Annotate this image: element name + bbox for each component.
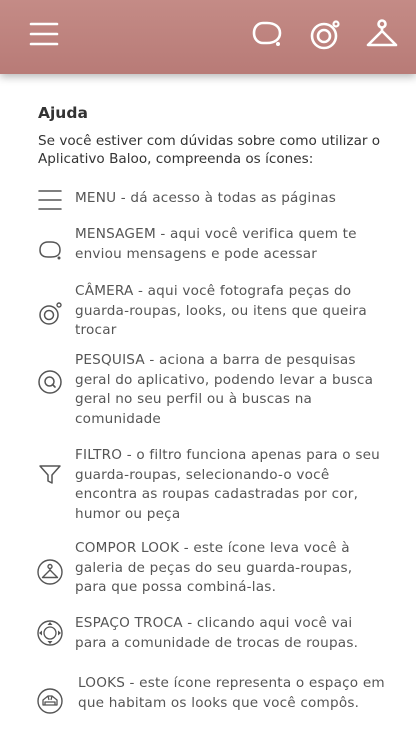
exchange-icon [36,619,64,647]
hanger-circle-icon [36,558,64,586]
help-item-text: LOOKS - este ícone representa o espaço e… [78,675,385,711]
looks-icon [36,687,64,715]
help-item-text: MENU - dá acesso à todas as páginas [75,190,337,206]
camera-icon[interactable] [307,16,343,52]
help-intro: Se você estiver com dúvidas sobre como u… [38,133,381,167]
app-header [0,0,416,74]
help-item-text: PESQUISA - aciona a barra de pesquisas g… [75,352,374,427]
help-item-text: COMPOR LOOK - este ícone leva você à gal… [75,540,353,595]
camera-icon [36,299,64,327]
help-item-text: ESPAÇO TROCA - clicando aqui você vai pa… [75,615,359,651]
hanger-icon[interactable] [364,16,400,52]
help-item-text: MENSAGEM - aqui você verifica quem te en… [75,226,357,262]
menu-icon [36,186,64,214]
help-item-text: FILTRO - o filtro funciona apenas para o… [75,447,380,522]
filter-icon [36,460,64,488]
help-item-text: CÂMERA - aqui você fotografa peças do gu… [75,283,367,338]
page-title: Ajuda [38,104,88,122]
search-icon [36,368,64,396]
help-page: Ajuda Se você estiver com dúvidas sobre … [0,74,416,732]
message-icon [36,236,64,264]
message-icon[interactable] [248,16,284,52]
menu-icon[interactable] [26,16,62,52]
